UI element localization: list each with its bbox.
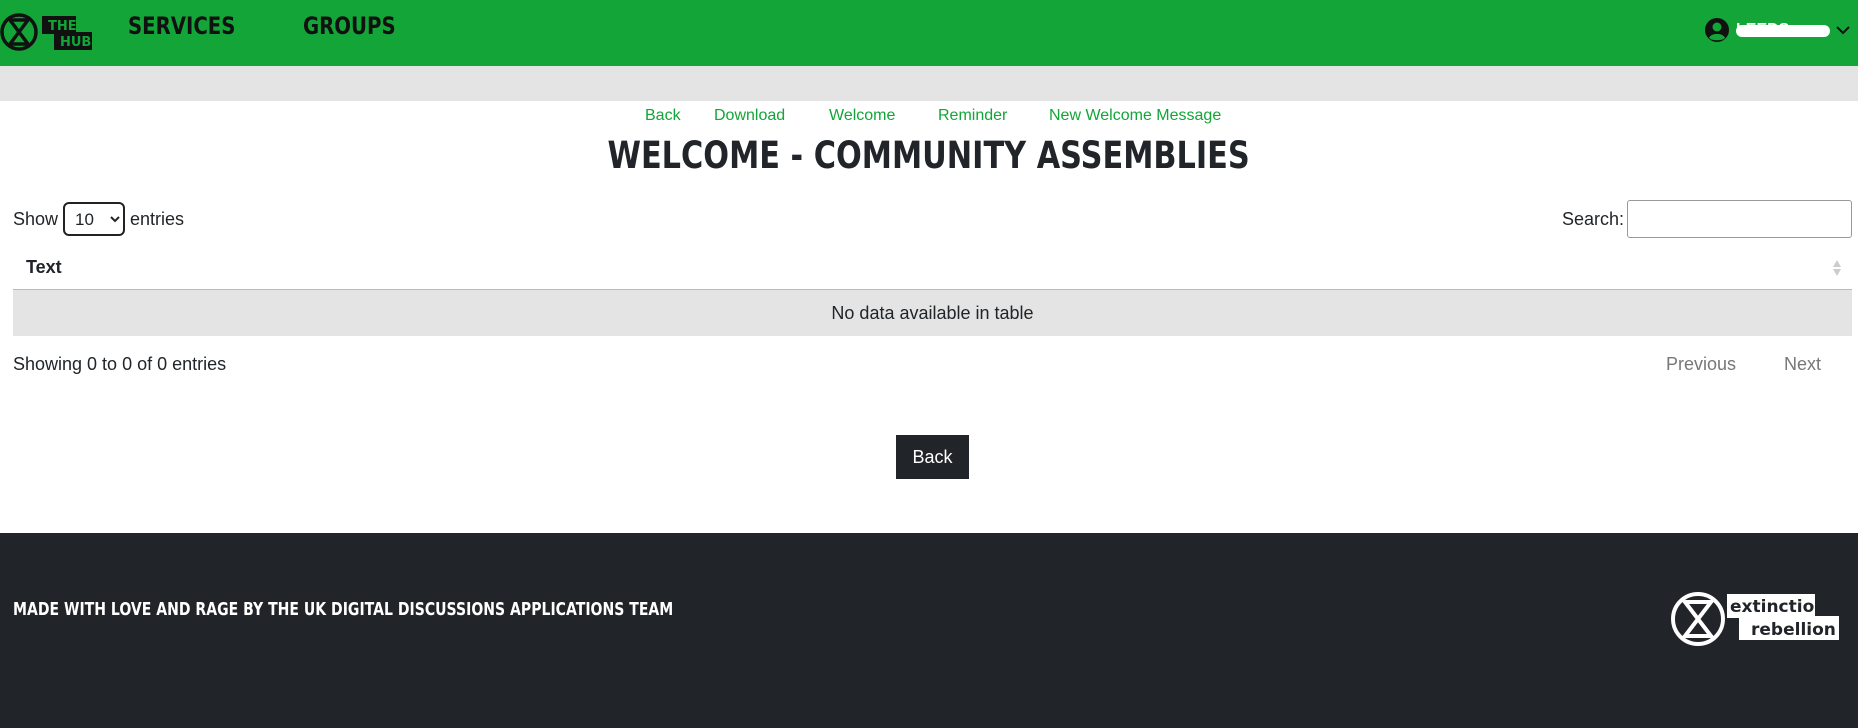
search-label: Search:: [1561, 208, 1624, 229]
user-menu[interactable]: LEEDS: [1704, 16, 1850, 44]
link-download[interactable]: Download: [714, 107, 785, 125]
pagination-next[interactable]: Next: [1784, 354, 1821, 375]
back-button[interactable]: Back: [896, 435, 969, 479]
extinction-rebellion-logo[interactable]: extinction rebellion: [1669, 590, 1841, 648]
link-back[interactable]: Back: [645, 107, 681, 125]
nav-services[interactable]: SERVICES: [128, 12, 235, 40]
data-table: Text No data available in table: [13, 245, 1852, 336]
action-links: Back Download Welcome Reminder New Welco…: [0, 107, 1858, 129]
logo-text-rebellion: rebellion: [1751, 620, 1836, 640]
chevron-down-icon: [1836, 26, 1850, 35]
link-reminder[interactable]: Reminder: [938, 107, 1007, 125]
top-navbar: THE HUB SERVICES GROUPS LEEDS: [0, 0, 1858, 66]
search-control: Search:: [1562, 200, 1852, 238]
table-row: No data available in table: [13, 289, 1852, 336]
link-new-welcome-message[interactable]: New Welcome Message: [1049, 107, 1221, 125]
user-name: LEEDS: [1736, 21, 1830, 39]
pagination-previous[interactable]: Previous: [1666, 354, 1736, 375]
logo-text-the: THE: [48, 19, 77, 34]
logo-text-hub: HUB: [60, 35, 91, 50]
sub-header-bar: [0, 66, 1858, 101]
footer-credit: MADE WITH LOVE AND RAGE BY THE UK DIGITA…: [13, 599, 674, 620]
table-header-row: Text: [13, 245, 1852, 290]
column-header-text[interactable]: Text: [13, 245, 1852, 290]
entries-label: entries: [130, 208, 185, 229]
redaction-scribble: [1736, 25, 1830, 37]
search-input[interactable]: [1627, 200, 1852, 238]
the-hub-logo[interactable]: THE HUB: [0, 12, 94, 52]
page-length-select[interactable]: 10: [63, 202, 126, 236]
page-length-control: Show 10 entries: [13, 201, 184, 237]
logo-text-extinction: extinction: [1730, 597, 1826, 617]
page-title: WELCOME - COMMUNITY ASSEMBLIES: [607, 134, 1251, 177]
user-avatar-icon: [1705, 18, 1729, 42]
link-welcome[interactable]: Welcome: [829, 107, 895, 125]
table-info: Showing 0 to 0 of 0 entries: [13, 354, 227, 374]
footer: MADE WITH LOVE AND RAGE BY THE UK DIGITA…: [0, 533, 1858, 728]
nav-groups[interactable]: GROUPS: [303, 12, 396, 40]
pagination: Previous Next: [1638, 354, 1858, 378]
empty-table-message: No data available in table: [13, 289, 1852, 336]
show-label: Show: [13, 208, 59, 229]
sort-icon: [1833, 260, 1841, 276]
